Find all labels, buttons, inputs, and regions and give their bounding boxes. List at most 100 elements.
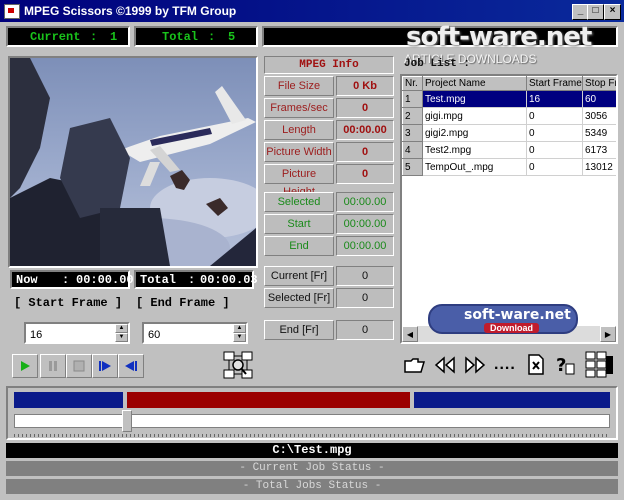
frame-label-1: Selected [Fr] bbox=[264, 288, 334, 308]
help-icon[interactable]: ? bbox=[554, 354, 576, 376]
job-cell-start: 16 bbox=[526, 90, 583, 108]
end-frame-label-0: End [Fr] bbox=[264, 320, 334, 340]
title-bar: MPEG Scissors ©1999 by TFM Group _ □ × bbox=[0, 0, 624, 22]
zoom-network-button[interactable] bbox=[222, 350, 254, 382]
track-before-selection bbox=[14, 392, 123, 408]
position-slider-thumb[interactable] bbox=[122, 410, 132, 432]
scroll-right-icon[interactable]: ▶ bbox=[600, 326, 616, 342]
current-file-display: C:\Test.mpg bbox=[6, 443, 618, 458]
job-cell-name: gigi2.mpg bbox=[422, 124, 527, 142]
play-icon bbox=[21, 361, 30, 371]
start-frame-button[interactable]: [ Start Frame ] bbox=[14, 296, 132, 314]
total-jobs-status: - Total Jobs Status - bbox=[6, 479, 618, 494]
prev-frame-button[interactable] bbox=[118, 354, 144, 378]
end-frame-down-icon[interactable]: ▼ bbox=[233, 333, 246, 342]
scroll-left-icon[interactable]: ◀ bbox=[402, 326, 418, 342]
job-cell-nr: 1 bbox=[402, 90, 423, 108]
end-frame-up-icon[interactable]: ▲ bbox=[233, 324, 246, 333]
position-slider-track[interactable] bbox=[14, 414, 610, 428]
watermark-badge-sub: Download bbox=[484, 323, 539, 333]
frame-value-0: 0 bbox=[336, 266, 394, 286]
job-row[interactable]: 5 TempOut_.mpg 0 13012 bbox=[402, 158, 616, 176]
delete-file-icon[interactable] bbox=[526, 354, 546, 376]
job-cell-nr: 5 bbox=[402, 158, 423, 176]
step-back-icon bbox=[125, 361, 137, 371]
video-frame-image bbox=[10, 58, 256, 266]
info-label-4: Picture Height bbox=[264, 164, 334, 198]
close-button[interactable]: × bbox=[604, 4, 621, 20]
total-counter: Total : 5 bbox=[134, 26, 258, 47]
watermark-brand: soft-ware.net bbox=[406, 22, 592, 52]
next-frame-button[interactable] bbox=[92, 354, 118, 378]
job-cell-nr: 2 bbox=[402, 107, 423, 125]
column-header-3[interactable]: Stop Fr bbox=[582, 76, 616, 91]
column-header-1[interactable]: Project Name bbox=[422, 76, 527, 91]
watermark-badge: soft-ware.net Download bbox=[428, 304, 578, 334]
total-time-value: 00:00.03 bbox=[200, 273, 258, 287]
column-header-2[interactable]: Start Frame bbox=[526, 76, 583, 91]
grid-layout-icon[interactable] bbox=[584, 350, 614, 378]
end-frame-input[interactable] bbox=[146, 326, 238, 344]
time-label-0: Selected bbox=[264, 192, 334, 212]
job-cell-start: 0 bbox=[526, 107, 583, 125]
current-job-status: - Current Job Status - bbox=[6, 461, 618, 476]
job-cell-stop: 60 bbox=[582, 90, 616, 108]
pause-icon bbox=[49, 361, 57, 371]
start-frame-up-icon[interactable]: ▲ bbox=[115, 324, 128, 333]
maximize-button[interactable]: □ bbox=[587, 4, 604, 20]
job-cell-stop: 13012 bbox=[582, 158, 616, 176]
now-value: 00:00.00 bbox=[76, 273, 134, 287]
more-options-button[interactable]: .... bbox=[494, 356, 516, 374]
info-value-2: 00:00.00 bbox=[336, 120, 394, 140]
info-value-4: 0 bbox=[336, 164, 394, 184]
job-toolbar: .... ? bbox=[402, 350, 618, 380]
mpeg-info-title: MPEG Info bbox=[264, 56, 394, 74]
selection-track[interactable] bbox=[14, 392, 610, 408]
info-label-1: Frames/sec bbox=[264, 98, 334, 118]
pause-button[interactable] bbox=[40, 354, 66, 378]
play-button[interactable] bbox=[12, 354, 38, 378]
job-row[interactable]: 2 gigi.mpg 0 3056 bbox=[402, 107, 616, 125]
track-selection bbox=[127, 392, 410, 408]
frame-label-0: Current [Fr] bbox=[264, 266, 334, 286]
job-cell-start: 0 bbox=[526, 141, 583, 159]
timeline-panel bbox=[6, 386, 618, 440]
frame-value-1: 0 bbox=[336, 288, 394, 308]
track-after-selection bbox=[414, 392, 610, 408]
step-forward-icon bbox=[99, 361, 111, 371]
stop-button[interactable] bbox=[66, 354, 92, 378]
start-frame-input[interactable] bbox=[28, 326, 120, 344]
job-row[interactable]: 1 Test.mpg 16 60 bbox=[402, 90, 616, 108]
info-label-3: Picture Width bbox=[264, 142, 334, 162]
network-zoom-icon bbox=[223, 351, 253, 379]
app-icon[interactable] bbox=[4, 4, 20, 19]
jobs-table: Nr. Project Name Start Frame Stop Fr 1 Test.… bbox=[402, 76, 616, 176]
total-time-display: Total : 00:00.03 bbox=[134, 270, 258, 289]
job-cell-start: 0 bbox=[526, 158, 583, 176]
rewind-icon[interactable] bbox=[434, 356, 456, 374]
info-label-0: File Size bbox=[264, 76, 334, 96]
job-cell-nr: 3 bbox=[402, 124, 423, 142]
timeline-ticks bbox=[14, 434, 610, 437]
current-label: Current bbox=[30, 30, 81, 44]
total-time-label: Total bbox=[140, 273, 177, 287]
current-value: 1 bbox=[110, 30, 118, 44]
open-folder-icon[interactable] bbox=[404, 356, 426, 374]
watermark-badge-text: soft-ware.net bbox=[464, 307, 571, 323]
start-frame-down-icon[interactable]: ▼ bbox=[115, 333, 128, 342]
now-label: Now bbox=[16, 273, 38, 287]
job-row[interactable]: 3 gigi2.mpg 0 5349 bbox=[402, 124, 616, 142]
job-cell-name: gigi.mpg bbox=[422, 107, 527, 125]
column-header-0[interactable]: Nr. bbox=[402, 76, 423, 91]
job-row[interactable]: 4 Test2.mpg 0 6173 bbox=[402, 141, 616, 159]
window-title: MPEG Scissors ©1999 by TFM Group bbox=[24, 4, 237, 18]
start-frame-spinner: ▲▼ bbox=[24, 322, 130, 344]
end-frame-button[interactable]: [ End Frame ] bbox=[136, 296, 254, 314]
job-cell-name: Test2.mpg bbox=[422, 141, 527, 159]
fast-forward-icon[interactable] bbox=[464, 356, 486, 374]
job-cell-stop: 6173 bbox=[582, 141, 616, 159]
job-cell-name: Test.mpg bbox=[422, 90, 527, 108]
video-preview bbox=[8, 56, 258, 268]
now-time-display: Now : 00:00.00 bbox=[10, 270, 134, 289]
time-value-0: 00:00.00 bbox=[336, 192, 394, 212]
